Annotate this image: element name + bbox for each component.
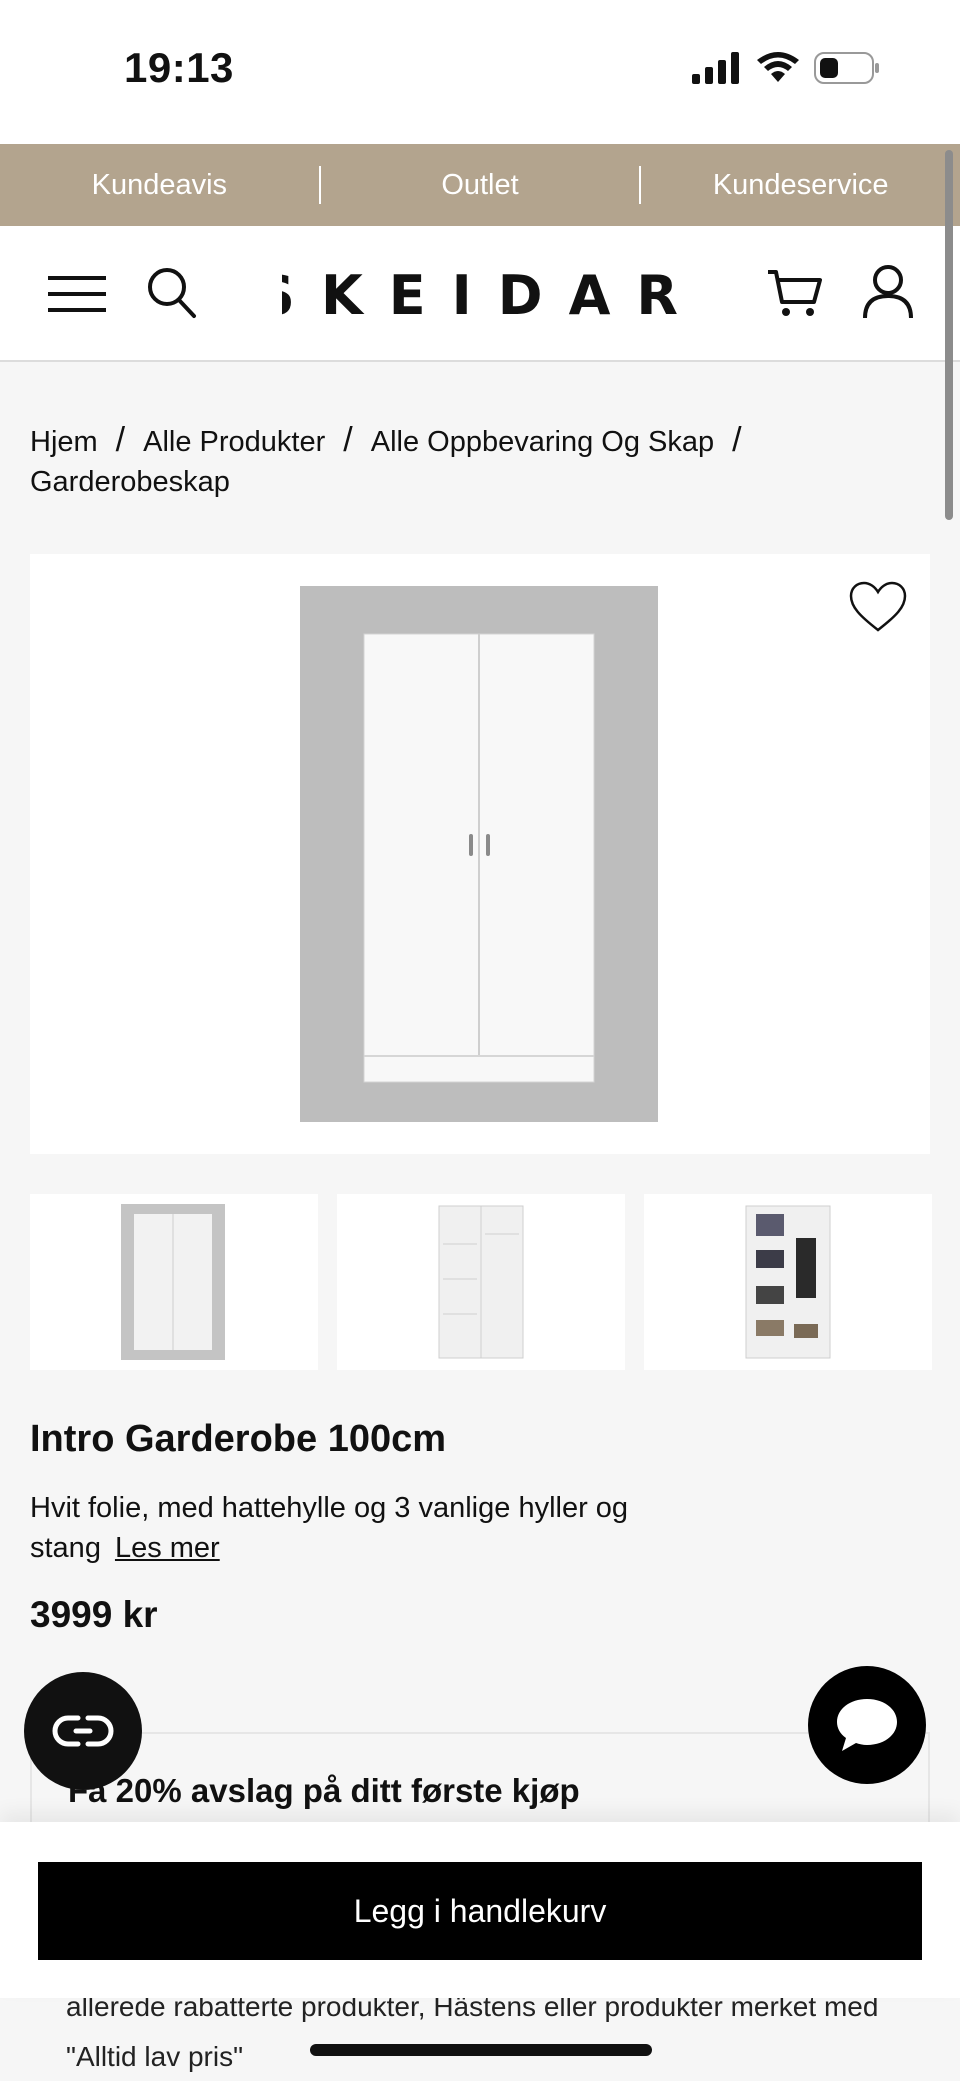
product-main-image[interactable] [30, 554, 930, 1154]
heart-icon[interactable] [848, 580, 908, 634]
battery-icon [814, 52, 879, 84]
home-indicator[interactable] [310, 2044, 652, 2056]
status-bar: 19:13 [0, 0, 960, 144]
discount-title: Få 20% avslag på ditt første kjøp [68, 1772, 580, 1809]
breadcrumb-separator: / [732, 421, 742, 459]
account-icon[interactable] [862, 264, 914, 320]
skeidar-logo[interactable]: SKEIDAR [282, 266, 678, 322]
search-icon[interactable] [146, 266, 198, 320]
breadcrumb-storage[interactable]: Alle Oppbevaring Og Skap [371, 426, 714, 458]
promo-bar: Kundeavis Outlet Kundeservice [0, 144, 960, 226]
wifi-icon [757, 52, 799, 82]
thumbnail-3[interactable] [644, 1194, 932, 1370]
status-icons [692, 52, 880, 84]
product-price: 3999 kr [30, 1594, 158, 1635]
breadcrumb-separator: / [343, 421, 353, 459]
scrollbar[interactable] [945, 150, 953, 520]
signal-icon [692, 52, 739, 84]
breadcrumb-home[interactable]: Hjem [30, 426, 98, 458]
cart-icon[interactable] [766, 266, 822, 320]
thumbnail-1[interactable] [30, 1194, 318, 1370]
product-description: Hvit folie, med hattehylle og 3 vanlige … [30, 1488, 730, 1568]
product-title: Intro Garderobe 100cm [30, 1418, 447, 1460]
menu-icon[interactable] [48, 274, 106, 314]
chat-icon [837, 1699, 897, 1751]
product-photo [300, 586, 658, 1122]
thumbnail-2[interactable] [337, 1194, 625, 1370]
promo-link-kundeservice[interactable]: Kundeservice [641, 169, 960, 202]
breadcrumb-separator: / [115, 421, 126, 459]
chat-button[interactable] [808, 1666, 926, 1784]
logo-text: SKEIDAR [282, 266, 678, 322]
promo-link-outlet[interactable]: Outlet [321, 169, 640, 202]
status-time: 19:13 [124, 44, 234, 91]
breadcrumb-all-products[interactable]: Alle Produkter [143, 426, 325, 458]
link-icon [52, 1715, 114, 1747]
promo-link-kundeavis[interactable]: Kundeavis [0, 169, 319, 202]
link-button[interactable] [24, 1672, 142, 1790]
read-more-link[interactable]: Les mer [115, 1532, 220, 1564]
add-to-cart-panel: Legg i handlekurv [0, 1822, 960, 1998]
breadcrumb-wardrobes[interactable]: Garderobeskap [30, 466, 230, 498]
site-header: SKEIDAR [0, 226, 960, 362]
add-to-cart-button[interactable]: Legg i handlekurv [38, 1862, 922, 1960]
breadcrumb: Hjem / Alle Produkter / Alle Oppbevaring Og … [30, 420, 930, 502]
